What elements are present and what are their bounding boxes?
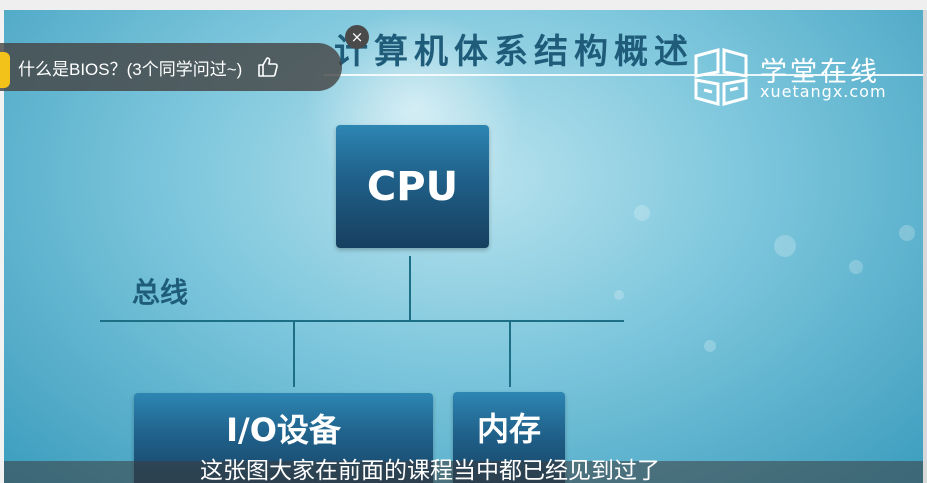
- xuetangx-logo-icon: [694, 48, 748, 106]
- question-text[interactable]: 什么是BIOS？(3个同学问过~): [18, 55, 242, 80]
- memory-bus-connector: [509, 322, 511, 387]
- close-icon[interactable]: ×: [345, 25, 369, 49]
- decor-bubble: [704, 340, 716, 352]
- io-bus-connector: [293, 322, 295, 387]
- bus-line: [100, 320, 624, 322]
- logo-text-english: xuetangx.com: [760, 82, 887, 101]
- decor-bubble: [774, 235, 796, 257]
- xuetangx-logo: 学堂在线 xuetangx.com: [690, 46, 927, 116]
- window-edge: [923, 10, 927, 483]
- top-strip: [0, 0, 927, 10]
- slide-title: 计算机体系结构概述: [334, 32, 694, 72]
- user-avatar: [0, 52, 10, 88]
- thumbs-up-icon[interactable]: [256, 55, 280, 79]
- decor-bubble: [849, 260, 863, 274]
- question-bubble[interactable]: 什么是BIOS？(3个同学问过~): [0, 43, 342, 91]
- cpu-box: CPU: [336, 125, 489, 248]
- decor-bubble: [614, 290, 624, 300]
- decor-bubble: [634, 205, 650, 221]
- cpu-bus-connector: [409, 256, 411, 322]
- bus-label: 总线: [132, 276, 189, 309]
- decor-bubble: [899, 225, 915, 241]
- video-subtitle: 这张图大家在前面的课程当中都已经见到过了: [200, 458, 660, 483]
